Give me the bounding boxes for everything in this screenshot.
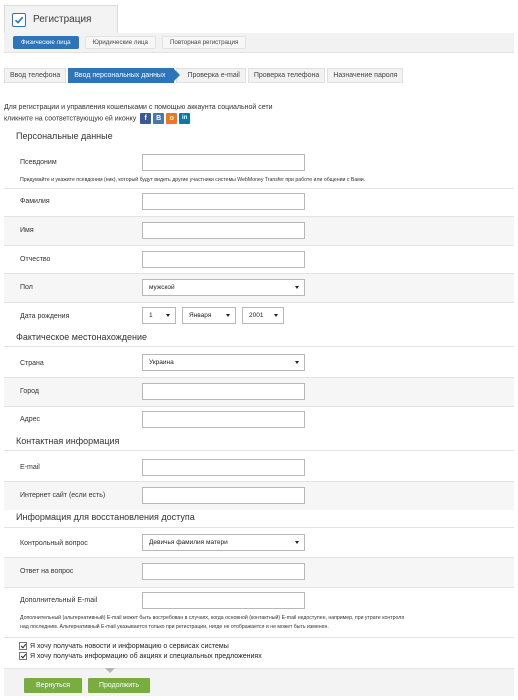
- chevron-down-icon: [295, 286, 299, 289]
- news-subscription-label: Я хочу получать новости и информацию о с…: [30, 642, 229, 650]
- facebook-icon[interactable]: f: [140, 113, 152, 124]
- country-select[interactable]: Украина: [142, 354, 305, 371]
- security-question-select[interactable]: Девичья фамилия матери: [142, 534, 305, 551]
- address-field[interactable]: [142, 411, 305, 428]
- step-email-check[interactable]: Проверка e-mail: [176, 68, 246, 83]
- divider: [4, 450, 514, 451]
- nickname-label: Псевдоним: [20, 159, 57, 166]
- extra-email-hint-1: Дополнительный (альтернативный) E-mail м…: [20, 615, 405, 621]
- birth-month-select[interactable]: Января: [182, 307, 236, 324]
- social-icons: f B o in: [140, 113, 191, 124]
- website-label: Интернет сайт (если есть): [20, 492, 106, 499]
- back-button[interactable]: Вернуться: [24, 678, 82, 693]
- lastname-field[interactable]: [142, 193, 305, 210]
- contact-heading: Контактная информация: [16, 436, 120, 446]
- gender-value: мужской: [149, 284, 175, 291]
- chevron-down-icon: [295, 541, 299, 544]
- odnoklassniki-icon[interactable]: o: [166, 113, 178, 124]
- birth-month-value: Января: [189, 312, 212, 319]
- pointer-notch: [105, 668, 115, 673]
- step-phone-entry[interactable]: Ввод телефона: [4, 68, 67, 83]
- news-subscription-checkbox-row[interactable]: Я хочу получать новости и информацию о с…: [19, 642, 229, 650]
- birthdate-label: Дата рождения: [20, 313, 70, 320]
- divider: [4, 302, 514, 303]
- lastname-label: Фамилия: [20, 198, 50, 205]
- tab-legal-entities[interactable]: Юридические лица: [84, 36, 156, 49]
- registration-type-tabs: Физические лица Юридические лица Повторн…: [4, 33, 514, 53]
- gender-label: Пол: [20, 284, 33, 291]
- registration-steps: Ввод телефона Ввод персональных данных П…: [4, 68, 405, 83]
- vkontakte-icon[interactable]: B: [153, 113, 165, 124]
- tab-repeat-registration[interactable]: Повторная регистрация: [161, 36, 247, 49]
- country-label: Страна: [20, 360, 44, 367]
- email-field[interactable]: [142, 459, 305, 476]
- tab-individuals[interactable]: Физические лица: [13, 36, 79, 49]
- linkedin-icon[interactable]: in: [179, 113, 191, 124]
- nickname-hint: Придумайте и укажите псевдоним (ник), ко…: [20, 177, 366, 183]
- chevron-down-icon: [226, 314, 230, 317]
- checkmark-logo-icon: [12, 12, 26, 27]
- extra-email-field[interactable]: [142, 592, 305, 609]
- location-heading: Фактическое местонахождение: [16, 332, 148, 342]
- recovery-heading: Информация для восстановления доступа: [16, 512, 195, 522]
- divider: [4, 188, 514, 189]
- divider: [4, 346, 514, 347]
- website-field[interactable]: [142, 487, 305, 504]
- extra-email-hint-2: над последним. Альтернативный E-mail ука…: [20, 624, 329, 630]
- patronymic-field[interactable]: [142, 251, 305, 268]
- country-value: Украина: [149, 359, 174, 366]
- birth-day-select[interactable]: 1: [142, 307, 176, 324]
- continue-button[interactable]: Продолжить: [88, 678, 150, 693]
- answer-label: Ответ на вопрос: [20, 568, 74, 575]
- step-personal-data[interactable]: Ввод персональных данных: [68, 68, 181, 83]
- promo-subscription-checkbox[interactable]: [19, 652, 27, 660]
- promo-subscription-label: Я хочу получать информацию об акциях и с…: [30, 652, 262, 660]
- chevron-down-icon: [274, 314, 278, 317]
- divider: [4, 406, 514, 407]
- email-label: E-mail: [20, 464, 40, 471]
- social-login-intro: Для регистрации и управления кошельками …: [4, 102, 273, 124]
- divider: [4, 245, 514, 246]
- personal-data-heading: Персональные данные: [16, 131, 113, 141]
- city-field[interactable]: [142, 383, 305, 400]
- step-set-password[interactable]: Назначение пароля: [327, 68, 404, 83]
- address-label: Адрес: [20, 416, 41, 423]
- divider: [4, 587, 514, 588]
- chevron-down-icon: [295, 361, 299, 364]
- page-header-tab: Регистрация: [4, 5, 118, 33]
- birth-year-select[interactable]: 2001: [242, 307, 284, 324]
- intro-line-1: Для регистрации и управления кошельками …: [4, 104, 273, 111]
- promo-subscription-checkbox-row[interactable]: Я хочу получать информацию об акциях и с…: [19, 652, 262, 660]
- answer-field[interactable]: [142, 563, 305, 580]
- news-subscription-checkbox[interactable]: [19, 642, 27, 650]
- security-question-label: Контрольный вопрос: [20, 540, 88, 547]
- patronymic-label: Отчество: [20, 256, 51, 263]
- extra-email-label: Дополнительный E-mail: [20, 597, 98, 604]
- city-label: Город: [20, 388, 39, 395]
- nickname-field[interactable]: [142, 154, 305, 171]
- firstname-field[interactable]: [142, 222, 305, 239]
- security-question-value: Девичья фамилия матери: [149, 539, 228, 546]
- page-title: Регистрация: [33, 14, 92, 25]
- gender-select[interactable]: мужской: [142, 279, 305, 296]
- divider: [4, 527, 514, 528]
- step-phone-check[interactable]: Проверка телефона: [247, 68, 326, 83]
- intro-line-2: кликните на соответствующую ей иконку: [4, 115, 137, 123]
- birth-year-value: 2001: [249, 312, 264, 319]
- birth-day-value: 1: [149, 312, 153, 319]
- chevron-down-icon: [166, 314, 170, 317]
- divider: [4, 637, 514, 638]
- firstname-label: Имя: [20, 227, 34, 234]
